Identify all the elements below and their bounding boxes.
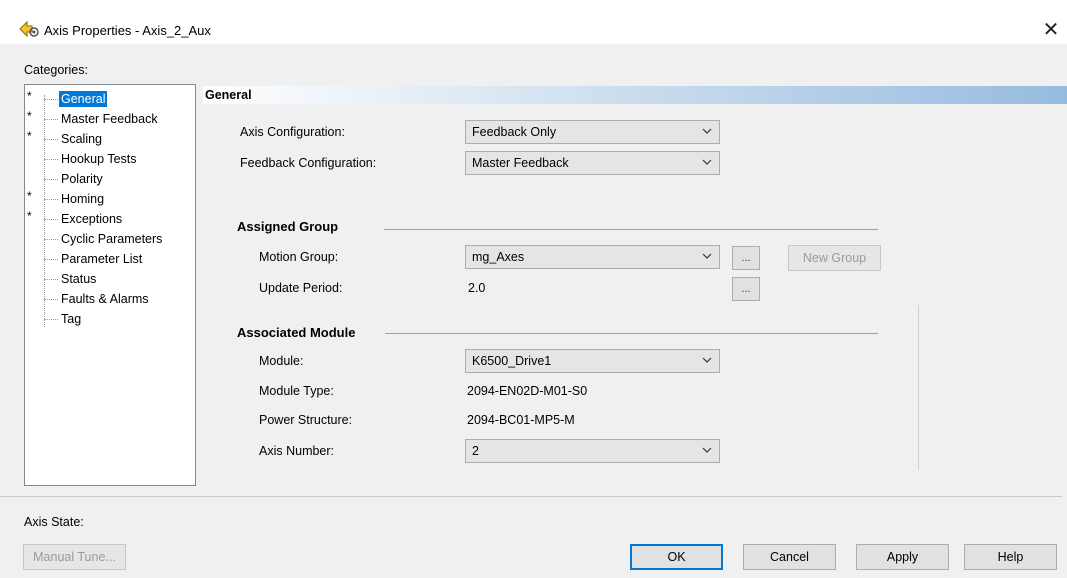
categories-label: Categories: <box>24 63 88 77</box>
section-title: General <box>205 88 252 102</box>
module-type-label: Module Type: <box>259 384 334 398</box>
power-structure-value: 2094-BC01-MP5-M <box>467 413 575 427</box>
axis-number-select[interactable]: 2 <box>465 439 720 463</box>
category-item-exceptions[interactable]: * Exceptions <box>25 209 193 229</box>
category-label: Scaling <box>61 132 102 146</box>
modified-marker: * <box>27 189 32 203</box>
modified-marker: * <box>27 129 32 143</box>
category-item-status[interactable]: Status <box>25 269 193 289</box>
ok-button[interactable]: OK <box>630 544 723 570</box>
motion-group-browse-button[interactable]: ... <box>732 246 760 270</box>
category-label: Parameter List <box>61 252 143 266</box>
modified-marker: * <box>27 109 32 123</box>
module-divider <box>385 333 878 334</box>
module-label: Module: <box>259 354 304 368</box>
selected-value: K6500_Drive1 <box>472 354 552 368</box>
category-label: Cyclic Parameters <box>61 232 163 246</box>
category-item-hookup-tests[interactable]: Hookup Tests <box>25 149 193 169</box>
panel-edge-line <box>918 305 919 470</box>
update-period-value: 2.0 <box>468 281 486 295</box>
window-title: Axis Properties - Axis_2_Aux <box>44 23 211 38</box>
selected-value: 2 <box>472 444 479 458</box>
motion-group-select[interactable]: mg_Axes <box>465 245 720 269</box>
modified-marker: * <box>27 209 32 223</box>
category-label: Hookup Tests <box>61 152 137 166</box>
help-button[interactable]: Help <box>964 544 1057 570</box>
category-item-tag[interactable]: Tag <box>25 309 193 329</box>
category-label: Tag <box>61 312 82 326</box>
feedback-configuration-select[interactable]: Master Feedback <box>465 151 720 175</box>
category-label: General <box>59 91 108 107</box>
category-label: Status <box>61 272 97 286</box>
category-item-general[interactable]: * General <box>25 89 193 109</box>
modified-marker: * <box>27 89 32 103</box>
category-item-scaling[interactable]: * Scaling <box>25 129 193 149</box>
category-item-master-feedback[interactable]: * Master Feedback <box>25 109 193 129</box>
selected-value: Master Feedback <box>472 156 569 170</box>
axis-properties-icon <box>18 20 40 38</box>
update-period-browse-button[interactable]: ... <box>732 277 760 301</box>
module-select[interactable]: K6500_Drive1 <box>465 349 720 373</box>
new-group-button[interactable]: New Group <box>788 245 881 271</box>
selected-value: Feedback Only <box>472 125 557 139</box>
categories-tree[interactable]: * General * Master Feedback * Scaling Ho… <box>24 84 196 486</box>
category-item-faults-alarms[interactable]: Faults & Alarms <box>25 289 193 309</box>
apply-button[interactable]: Apply <box>856 544 949 570</box>
axis-number-label: Axis Number: <box>259 444 335 458</box>
power-structure-label: Power Structure: <box>259 413 353 427</box>
chevron-down-icon <box>702 447 712 453</box>
update-period-label: Update Period: <box>259 281 343 295</box>
chevron-down-icon <box>702 253 712 259</box>
axis-configuration-label: Axis Configuration: <box>240 125 345 139</box>
footer-divider <box>0 496 1062 497</box>
category-label: Homing <box>61 192 105 206</box>
cancel-button[interactable]: Cancel <box>743 544 836 570</box>
axis-state-label: Axis State: <box>24 515 84 529</box>
category-item-homing[interactable]: * Homing <box>25 189 193 209</box>
associated-module-heading: Associated Module <box>237 325 356 340</box>
module-type-value: 2094-EN02D-M01-S0 <box>467 384 588 398</box>
manual-tune-button[interactable]: Manual Tune... <box>23 544 126 570</box>
category-label: Faults & Alarms <box>61 292 149 306</box>
assigned-group-heading: Assigned Group <box>237 219 339 234</box>
close-icon[interactable]: ✕ <box>1040 18 1062 40</box>
chevron-down-icon <box>702 357 712 363</box>
category-label: Polarity <box>61 172 103 186</box>
motion-group-label: Motion Group: <box>259 250 339 264</box>
axis-configuration-select[interactable]: Feedback Only <box>465 120 720 144</box>
group-divider <box>384 229 878 230</box>
category-item-cyclic-parameters[interactable]: Cyclic Parameters <box>25 229 193 249</box>
chevron-down-icon <box>702 128 712 134</box>
category-label: Master Feedback <box>61 112 158 126</box>
category-label: Exceptions <box>61 212 123 226</box>
section-header-bar <box>203 86 1067 104</box>
category-item-polarity[interactable]: Polarity <box>25 169 193 189</box>
selected-value: mg_Axes <box>472 250 525 264</box>
category-item-parameter-list[interactable]: Parameter List <box>25 249 193 269</box>
feedback-configuration-label: Feedback Configuration: <box>240 156 377 170</box>
chevron-down-icon <box>702 159 712 165</box>
